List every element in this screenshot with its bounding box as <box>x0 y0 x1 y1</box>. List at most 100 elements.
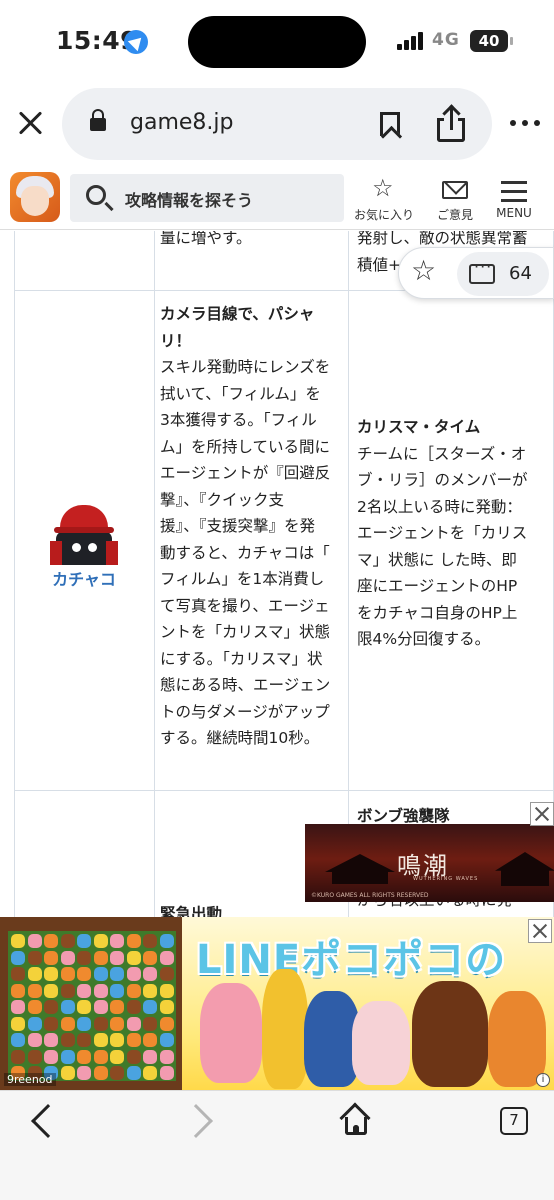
puzzle-tile <box>60 983 75 998</box>
address-bar[interactable]: game8.jp <box>62 88 492 160</box>
location-arrow-icon <box>124 30 148 54</box>
puzzle-tile <box>44 1016 58 1031</box>
puzzle-tile <box>77 1016 91 1031</box>
puzzle-tile <box>60 950 75 965</box>
share-icon[interactable] <box>437 104 467 144</box>
skill-cell: カメラ目線で、パシャ リ！ スキル発動時にレンズを 拭いて、「フィルム」を 3本… <box>160 305 331 747</box>
puzzle-tile <box>11 983 25 998</box>
puzzle-tile <box>27 1033 42 1047</box>
puzzle-tile <box>77 950 91 965</box>
puzzle-tile <box>11 934 25 948</box>
puzzle-tile <box>143 967 157 981</box>
character-avatar[interactable] <box>50 505 118 565</box>
puzzle-tile <box>110 1049 124 1064</box>
battery-icon: 40 <box>470 30 513 52</box>
table-cell: 緊急出動 <box>160 905 223 917</box>
puzzle-tile <box>110 1066 124 1080</box>
puzzle-tile <box>143 1016 157 1031</box>
puzzle-tile <box>159 1016 174 1031</box>
close-ad-icon[interactable] <box>528 919 552 943</box>
puzzle-tile <box>60 1049 75 1064</box>
puzzle-tile <box>27 1016 42 1031</box>
puzzle-tile <box>44 1033 58 1047</box>
puzzle-tile <box>159 967 174 981</box>
puzzle-tile <box>11 1016 25 1031</box>
puzzle-tile <box>44 1049 58 1064</box>
bookmark-icon[interactable] <box>380 112 400 136</box>
giraffe-character <box>262 969 308 1089</box>
status-bar: 15:49 4G 40 <box>0 0 554 82</box>
puzzle-tile <box>77 1033 91 1047</box>
more-options-icon[interactable] <box>510 120 540 126</box>
site-search-input[interactable]: 攻略情報を探そう <box>70 174 344 222</box>
puzzle-tile <box>27 983 42 998</box>
puzzle-tile <box>93 983 108 998</box>
puzzle-tile <box>126 1066 141 1080</box>
puzzle-tile <box>159 1066 174 1080</box>
puzzle-tile <box>44 950 58 965</box>
puzzle-tile <box>93 1016 108 1031</box>
floating-actions: ☆ 64 <box>398 247 554 299</box>
search-icon <box>86 185 106 205</box>
puzzle-tile <box>27 967 42 981</box>
home-icon[interactable] <box>339 1102 372 1135</box>
puzzle-tile <box>110 1000 124 1014</box>
forward-icon[interactable] <box>179 1104 213 1138</box>
puzzle-tile <box>110 1016 124 1031</box>
puzzle-tile <box>60 1033 75 1047</box>
puzzle-tile <box>44 983 58 998</box>
hamburger-menu-icon <box>501 181 527 202</box>
puzzle-tile <box>143 950 157 965</box>
comments-button[interactable]: 64 <box>457 252 549 296</box>
ad-game-screenshot <box>0 917 182 1090</box>
puzzle-tile <box>27 1049 42 1064</box>
puzzle-tile <box>126 950 141 965</box>
puzzle-tile <box>60 934 75 948</box>
banner-ad[interactable]: LINEポコポコの 9reenod i <box>0 917 554 1090</box>
ad-subtitle: WUTHERING WAVES <box>413 876 479 882</box>
puzzle-tile <box>143 1000 157 1014</box>
ad-info-icon[interactable]: i <box>536 1073 550 1087</box>
character-name-link[interactable]: カチャコ <box>40 566 128 590</box>
close-ad-icon[interactable] <box>530 802 554 826</box>
puzzle-tile <box>93 1066 108 1080</box>
puzzle-tile <box>60 1066 75 1080</box>
puzzle-tile <box>60 1016 75 1031</box>
close-icon[interactable] <box>14 106 48 140</box>
table-cell: 量に増やす。 <box>160 231 252 247</box>
puzzle-tile <box>110 967 124 981</box>
puzzle-tile <box>60 967 75 981</box>
bird-character <box>488 991 546 1087</box>
puzzle-tile <box>93 934 108 948</box>
puzzle-tile <box>77 1000 91 1014</box>
puzzle-tile <box>11 1049 25 1064</box>
ad-copyright: ©KURO GAMES ALL RIGHTS RESERVED <box>311 892 429 899</box>
star-icon: ☆ <box>372 174 394 202</box>
puzzle-tile <box>27 934 42 948</box>
ad-brand: 9reenod <box>4 1073 56 1086</box>
comment-count: 64 <box>509 263 532 284</box>
puzzle-tile <box>60 1000 75 1014</box>
search-placeholder: 攻略情報を探そう <box>125 191 254 210</box>
puzzle-tile <box>126 1033 141 1047</box>
browser-toolbar: game8.jp <box>0 82 554 166</box>
url-text[interactable]: game8.jp <box>130 110 233 135</box>
puzzle-tile <box>44 967 58 981</box>
puzzle-tile <box>143 983 157 998</box>
puzzle-tile <box>11 950 25 965</box>
puzzle-tile <box>126 967 141 981</box>
tabs-button[interactable]: 7 <box>500 1107 528 1135</box>
puzzle-tile <box>93 1033 108 1047</box>
back-icon[interactable] <box>31 1104 65 1138</box>
site-logo[interactable] <box>10 172 60 222</box>
video-ad[interactable]: 鳴潮 WUTHERING WAVES ©KURO GAMES ALL RIGHT… <box>305 824 554 902</box>
passive-cell: カリスマ・タイム チームに［スターズ・オ ブ・リラ］のメンバーが 2名以上いる時… <box>357 418 528 648</box>
dynamic-island <box>188 16 366 68</box>
puzzle-tile <box>159 934 174 948</box>
sheep-character <box>352 1001 410 1085</box>
puzzle-tile <box>44 934 58 948</box>
puzzle-tile <box>93 967 108 981</box>
add-favorite-icon[interactable]: ☆ <box>411 254 436 287</box>
puzzle-tile <box>110 934 124 948</box>
mail-icon <box>442 181 468 199</box>
